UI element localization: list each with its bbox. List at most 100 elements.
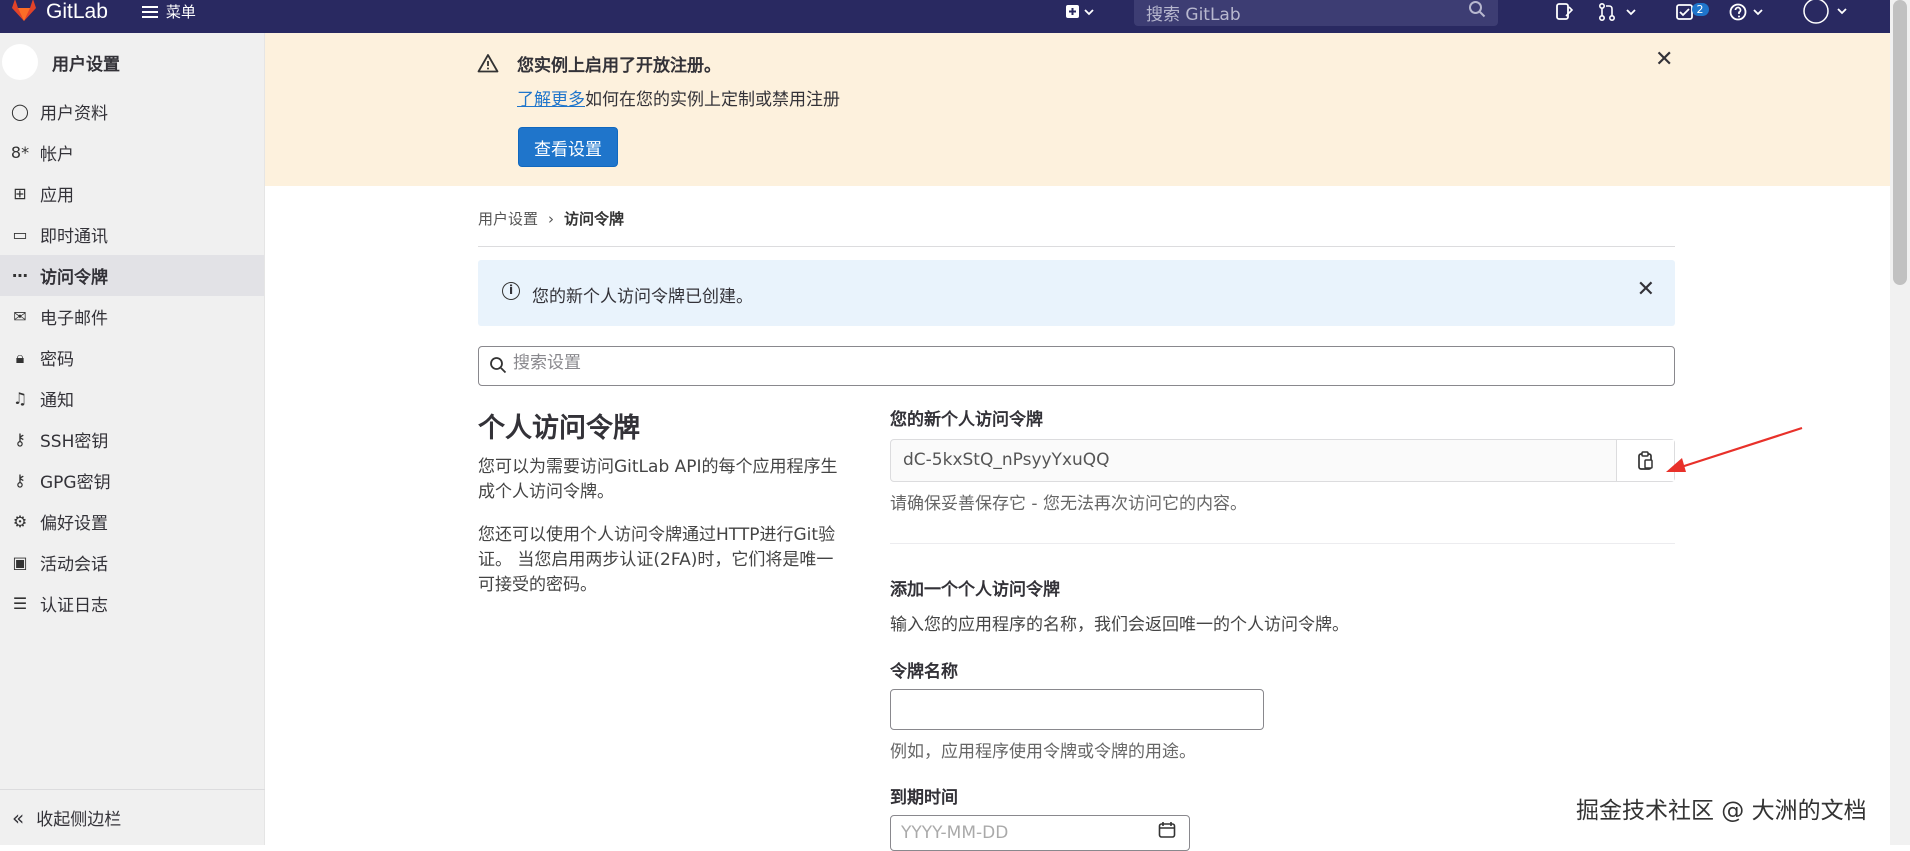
sidebar-item-label: 即时通讯 <box>40 227 108 247</box>
calendar-icon[interactable] <box>1158 821 1176 843</box>
sidebar-item-label: 密码 <box>40 350 74 370</box>
sidebar-item-12[interactable]: ☰ 认证日志 <box>0 583 264 624</box>
lock-icon: 🔒︎ <box>15 347 25 367</box>
view-settings-button[interactable]: 查看设置 <box>518 127 618 167</box>
sidebar-item-5[interactable]: ✉ 电子邮件 <box>0 296 264 337</box>
sidebar-title: 用户设置 <box>52 54 120 75</box>
banner-desc-text: 如何在您的实例上定制或禁用注册 <box>585 90 840 110</box>
token-name-label: 令牌名称 <box>890 662 958 682</box>
menu-label: 菜单 <box>165 3 196 21</box>
token-form-area: 您的新个人访问令牌 dC-5kxStQ_nPsyyYxuQQ 请确保妥善保存它 … <box>890 405 1675 851</box>
page-scrollbar[interactable] <box>1890 0 1910 845</box>
sidebar-nav: ◯ 用户资料 8* 帐户 ⊞ 应用 ▭ 即时通讯 ⋯ 访问令牌 ✉ 电子邮件 🔒︎ 密码 ♫ 通知 ⚷ SSH密钥… <box>0 91 264 624</box>
search-icon <box>490 357 507 374</box>
close-icon[interactable]: ✕ <box>1655 47 1673 72</box>
warning-icon <box>477 54 499 73</box>
open-registration-banner: 您实例上启用了开放注册。 了解更多如何在您的实例上定制或禁用注册 查看设置 ✕ <box>265 33 1890 186</box>
add-token-description: 输入您的应用程序的名称，我们会返回唯一的个人访问令牌。 <box>890 615 1349 635</box>
banner-title: 您实例上启用了开放注册。 <box>517 56 721 76</box>
sidebar-item-6[interactable]: 🔒︎ 密码 <box>0 337 264 378</box>
token-name-input[interactable] <box>890 689 1264 730</box>
sidebar-item-1[interactable]: 8* 帐户 <box>0 132 264 173</box>
breadcrumb-parent[interactable]: 用户设置 <box>478 208 538 229</box>
todo-count-badge: 2 <box>1691 3 1709 16</box>
expiry-date-input[interactable] <box>890 815 1190 851</box>
chat-icon: ▭ <box>12 225 28 244</box>
user-icon: ◯ <box>11 102 29 121</box>
sidebar-item-2[interactable]: ⊞ 应用 <box>0 173 264 214</box>
alert-text: 您的新个人访问令牌已创建。 <box>532 287 753 307</box>
double-chevron-left-icon: « <box>12 805 25 830</box>
add-token-heading: 添加一个个人访问令牌 <box>890 580 1060 600</box>
sidebar-item-label: 帐户 <box>40 145 74 165</box>
merge-requests-icon[interactable] <box>1596 0 1642 25</box>
sidebar-item-label: 认证日志 <box>40 596 108 616</box>
breadcrumb-current[interactable]: 访问令牌 <box>564 208 624 229</box>
gitlab-tanuki-icon <box>12 0 36 21</box>
token-created-alert: i 您的新个人访问令牌已创建。 ✕ <box>478 260 1675 326</box>
sidebar-item-10[interactable]: ⚙ 偏好设置 <box>0 501 264 542</box>
token-icon: ⋯ <box>12 266 28 285</box>
user-avatar-menu[interactable] <box>1800 0 1856 25</box>
sidebar-header: 用户设置 <box>0 33 264 91</box>
clipboard-icon <box>1637 450 1653 470</box>
sidebar-item-8[interactable]: ⚷ SSH密钥 <box>0 419 264 460</box>
watermark-text: 掘金技术社区 @ 大洲的文档 <box>1576 798 1867 824</box>
bell-icon: ♫ <box>12 389 28 408</box>
issues-icon[interactable] <box>1548 0 1580 25</box>
expiry-label: 到期时间 <box>890 788 958 808</box>
sidebar-item-label: 电子邮件 <box>40 309 108 329</box>
sidebar-item-0[interactable]: ◯ 用户资料 <box>0 91 264 132</box>
breadcrumb: 用户设置 › 访问令牌 <box>478 208 624 229</box>
token-value[interactable]: dC-5kxStQ_nPsyyYxuQQ <box>891 440 1616 481</box>
sidebar-item-label: GPG密钥 <box>40 473 111 493</box>
close-icon[interactable]: ✕ <box>1637 277 1655 302</box>
new-item-icon[interactable] <box>1064 0 1096 25</box>
scrollbar-thumb[interactable] <box>1893 0 1907 285</box>
banner-description: 了解更多如何在您的实例上定制或禁用注册 <box>517 85 840 110</box>
collapse-label: 收起侧边栏 <box>36 810 122 830</box>
key-icon: ⚷ <box>14 471 26 490</box>
sidebar-item-9[interactable]: ⚷ GPG密钥 <box>0 460 264 501</box>
intro-paragraph-2: 您还可以使用个人访问令牌通过HTTP进行Git验证。 当您启用两步认证(2FA)… <box>478 525 836 595</box>
gitlab-logo[interactable]: GitLab <box>10 0 108 24</box>
sidebar-item-3[interactable]: ▭ 即时通讯 <box>0 214 264 255</box>
log-icon: ☰ <box>12 594 28 613</box>
todos-icon[interactable]: 2 <box>1672 0 1712 25</box>
sidebar-item-label: 偏好设置 <box>40 514 108 534</box>
avatar[interactable] <box>2 44 38 80</box>
new-token-field: dC-5kxStQ_nPsyyYxuQQ <box>890 439 1675 482</box>
search-settings-input[interactable] <box>513 353 1613 373</box>
token-help-text: 请确保妥善保存它 - 您无法再次访问它的内容。 <box>890 494 1247 514</box>
help-icon[interactable] <box>1728 0 1772 25</box>
key-icon: ⚷ <box>14 430 26 449</box>
sidebar-item-label: 应用 <box>40 186 74 206</box>
token-name-help: 例如，应用程序使用令牌或令牌的用途。 <box>890 742 1196 762</box>
top-navbar: GitLab 菜单 搜索 GitLab 2 <box>0 0 1910 33</box>
divider <box>478 246 1675 247</box>
intro-paragraph-1: 您可以为需要访问GitLab API的每个应用程序生成个人访问令牌。 <box>478 457 838 502</box>
hamburger-icon <box>141 5 158 18</box>
global-search-placeholder: 搜索 GitLab <box>1146 5 1241 25</box>
applications-icon: ⊞ <box>13 184 27 203</box>
new-token-label: 您的新个人访问令牌 <box>890 410 1043 430</box>
collapse-sidebar-button[interactable]: « 收起侧边栏 <box>0 789 265 845</box>
preferences-icon: ⚙ <box>12 512 28 531</box>
sidebar-item-label: 通知 <box>40 391 74 411</box>
global-search-input[interactable]: 搜索 GitLab <box>1134 0 1498 26</box>
chevron-right-icon: › <box>548 209 555 228</box>
sidebar-item-4[interactable]: ⋯ 访问令牌 <box>0 255 264 296</box>
info-icon: i <box>502 282 520 300</box>
learn-more-link[interactable]: 了解更多 <box>517 90 585 110</box>
account-icon: 8* <box>10 143 30 162</box>
sidebar-item-label: SSH密钥 <box>40 432 109 452</box>
monitor-icon: ▣ <box>12 553 28 572</box>
personal-access-tokens-intro: 个人访问令牌 您可以为需要访问GitLab API的每个应用程序生成个人访问令牌… <box>478 406 848 616</box>
sidebar-item-7[interactable]: ♫ 通知 <box>0 378 264 419</box>
main-menu-button[interactable]: 菜单 <box>141 1 196 22</box>
page-title: 个人访问令牌 <box>478 413 640 444</box>
annotation-arrow-icon <box>1666 426 1803 472</box>
divider <box>890 543 1675 544</box>
sidebar-item-11[interactable]: ▣ 活动会话 <box>0 542 264 583</box>
sidebar-item-label: 用户资料 <box>40 104 108 124</box>
